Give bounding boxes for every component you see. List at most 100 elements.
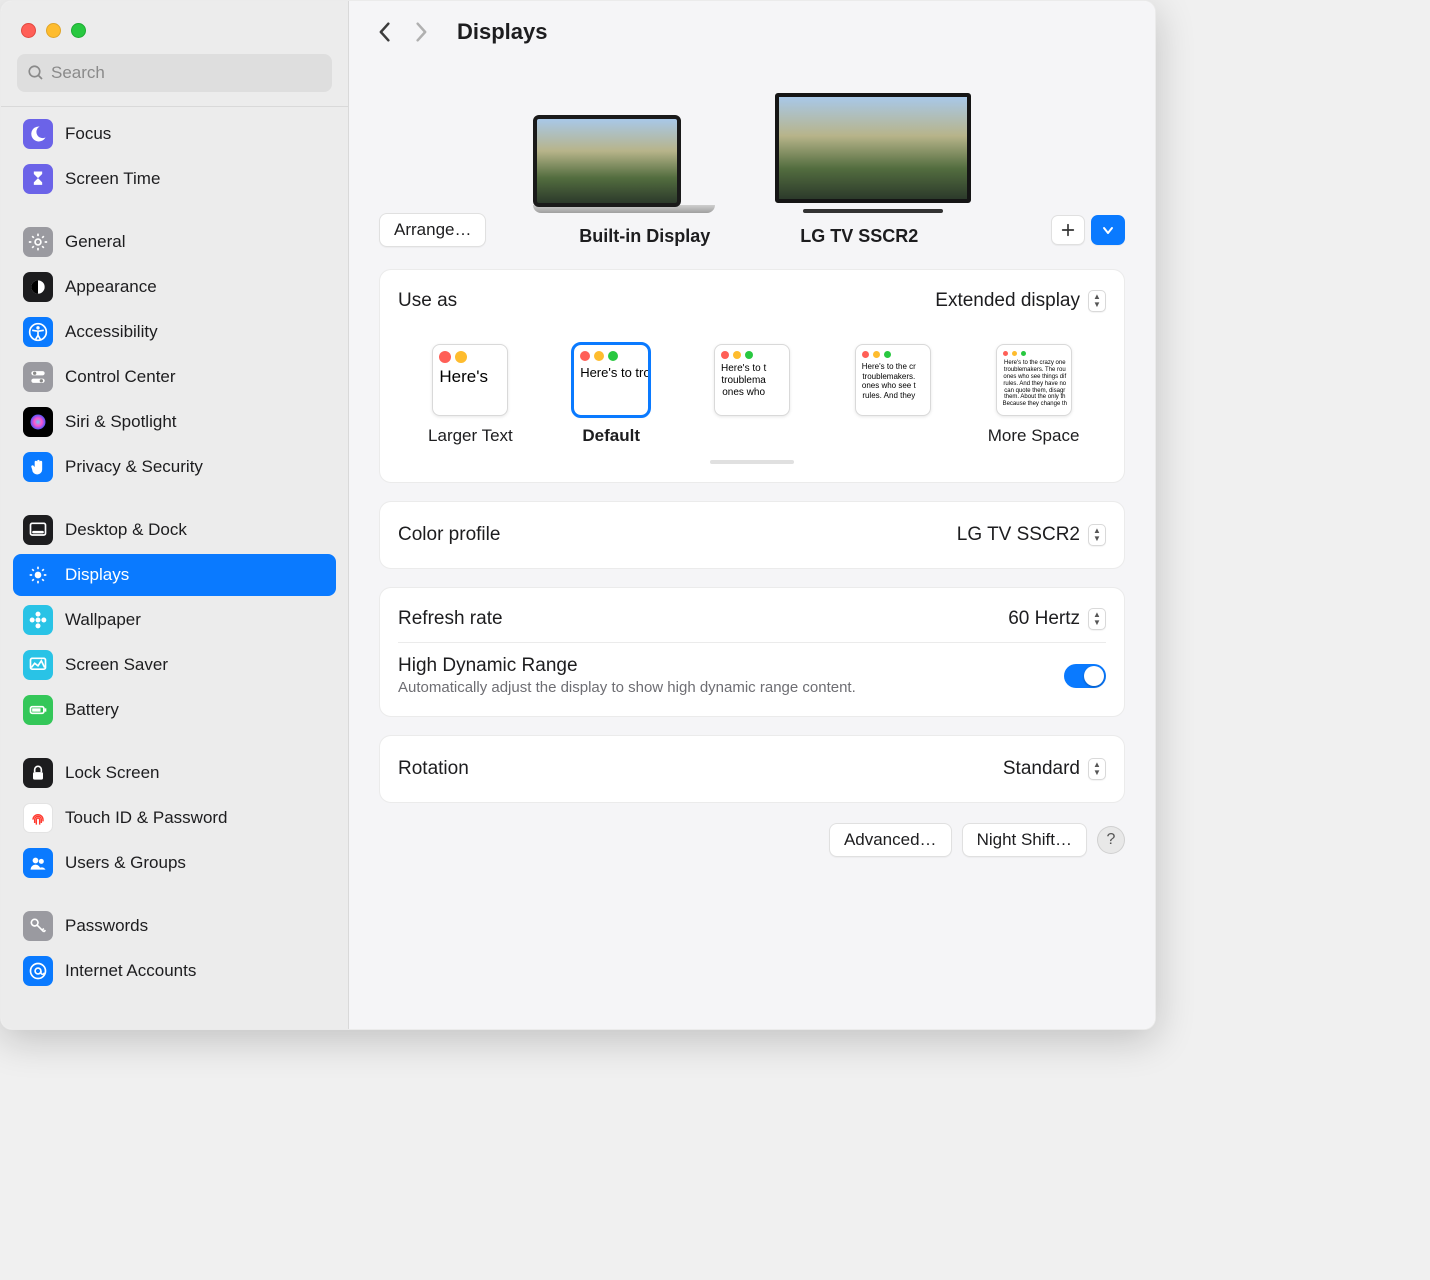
- fingerprint-icon: [23, 803, 53, 833]
- hourglass-icon: [23, 164, 53, 194]
- sidebar-item-battery[interactable]: Battery: [13, 689, 336, 731]
- accessibility-icon: [23, 317, 53, 347]
- use-as-label: Use as: [398, 290, 457, 312]
- display-thumbnail-external[interactable]: [775, 93, 971, 213]
- sidebar-item-privacy-security[interactable]: Privacy & Security: [13, 446, 336, 488]
- resolution-option-larger[interactable]: Here's: [432, 344, 508, 416]
- refresh-rate-label: Refresh rate: [398, 608, 503, 630]
- display-options-dropdown[interactable]: [1091, 215, 1125, 245]
- display-name-builtin[interactable]: Built-in Display: [579, 226, 710, 247]
- color-profile-label: Color profile: [398, 524, 500, 546]
- resolution-label-default: Default: [549, 426, 674, 446]
- sidebar-item-screen-saver[interactable]: Screen Saver: [13, 644, 336, 686]
- resolution-option-default[interactable]: Here's to troublem: [573, 344, 649, 416]
- chevron-updown-icon: ▲▼: [1088, 524, 1106, 546]
- sidebar-list: Focus Screen Time General Appearance Accessi…: [1, 113, 348, 995]
- sidebar-item-label: Internet Accounts: [65, 961, 196, 981]
- use-as-dropdown[interactable]: Extended display ▲▼: [935, 290, 1106, 312]
- sidebar-item-screen-time[interactable]: Screen Time: [13, 158, 336, 200]
- sidebar-item-general[interactable]: General: [13, 221, 336, 263]
- lock-icon: [23, 758, 53, 788]
- sidebar-item-wallpaper[interactable]: Wallpaper: [13, 599, 336, 641]
- sidebar-item-control-center[interactable]: Control Center: [13, 356, 336, 398]
- resolution-label-more: More Space: [971, 426, 1096, 446]
- refresh-hdr-panel: Refresh rate 60 Hertz ▲▼ High Dynamic Ra…: [379, 587, 1125, 717]
- resolution-option-4[interactable]: Here's to the cr troublemakers. ones who…: [855, 344, 931, 416]
- close-window-button[interactable]: [21, 23, 36, 38]
- display-picker: [349, 53, 1155, 219]
- sidebar-item-touch-id-password[interactable]: Touch ID & Password: [13, 797, 336, 839]
- sidebar-item-label: Accessibility: [65, 322, 158, 342]
- sidebar-item-label: Desktop & Dock: [65, 520, 187, 540]
- hdr-label: High Dynamic Range: [398, 655, 856, 677]
- sidebar: Focus Screen Time General Appearance Accessi…: [1, 1, 349, 1029]
- sidebar-item-label: Focus: [65, 124, 111, 144]
- dock-icon: [23, 515, 53, 545]
- nav-back-button[interactable]: [377, 22, 401, 42]
- at-icon: [23, 956, 53, 986]
- key-icon: [23, 911, 53, 941]
- sidebar-item-label: Wallpaper: [65, 610, 141, 630]
- users-icon: [23, 848, 53, 878]
- appearance-icon: [23, 272, 53, 302]
- sidebar-item-label: Privacy & Security: [65, 457, 203, 477]
- header: Displays: [349, 1, 1155, 53]
- add-display-button[interactable]: [1051, 215, 1085, 245]
- sidebar-item-passwords[interactable]: Passwords: [13, 905, 336, 947]
- night-shift-button[interactable]: Night Shift…: [962, 823, 1087, 857]
- resolution-option-3[interactable]: Here's to t troublema ones who: [714, 344, 790, 416]
- chevron-updown-icon: ▲▼: [1088, 608, 1106, 630]
- advanced-button[interactable]: Advanced…: [829, 823, 952, 857]
- sidebar-item-label: Users & Groups: [65, 853, 186, 873]
- sidebar-item-appearance[interactable]: Appearance: [13, 266, 336, 308]
- fullscreen-window-button[interactable]: [71, 23, 86, 38]
- sidebar-item-label: Passwords: [65, 916, 148, 936]
- nav-forward-button[interactable]: [413, 22, 437, 42]
- display-thumbnail-builtin[interactable]: [533, 115, 715, 213]
- sidebar-item-label: Screen Saver: [65, 655, 168, 675]
- help-button[interactable]: ?: [1097, 826, 1125, 854]
- sidebar-item-label: Appearance: [65, 277, 157, 297]
- search-field[interactable]: [17, 54, 332, 92]
- moon-icon: [23, 119, 53, 149]
- sidebar-item-label: Screen Time: [65, 169, 160, 189]
- sidebar-item-focus[interactable]: Focus: [13, 113, 336, 155]
- sidebar-item-accessibility[interactable]: Accessibility: [13, 311, 336, 353]
- sidebar-item-label: General: [65, 232, 125, 252]
- window-controls: [1, 15, 348, 54]
- refresh-rate-dropdown[interactable]: 60 Hertz ▲▼: [1008, 608, 1106, 630]
- search-input[interactable]: [51, 63, 322, 83]
- sidebar-item-label: Control Center: [65, 367, 176, 387]
- sidebar-item-displays[interactable]: Displays: [13, 554, 336, 596]
- screensaver-icon: [23, 650, 53, 680]
- flower-icon: [23, 605, 53, 635]
- main-content: Displays Arrange… Built-in Display LG TV…: [349, 1, 1155, 1029]
- rotation-dropdown[interactable]: Standard ▲▼: [1003, 758, 1106, 780]
- sidebar-item-label: Lock Screen: [65, 763, 160, 783]
- battery-icon: [23, 695, 53, 725]
- hdr-toggle[interactable]: [1064, 664, 1106, 688]
- siri-icon: [23, 407, 53, 437]
- chevron-updown-icon: ▲▼: [1088, 290, 1106, 312]
- sidebar-item-internet-accounts[interactable]: Internet Accounts: [13, 950, 336, 992]
- sidebar-item-users-groups[interactable]: Users & Groups: [13, 842, 336, 884]
- resolution-picker: Here's Larger Text Here's to troublem De…: [398, 338, 1106, 464]
- sidebar-item-label: Siri & Spotlight: [65, 412, 177, 432]
- sidebar-item-label: Touch ID & Password: [65, 808, 228, 828]
- sidebar-item-siri-spotlight[interactable]: Siri & Spotlight: [13, 401, 336, 443]
- sidebar-item-label: Battery: [65, 700, 119, 720]
- sidebar-item-lock-screen[interactable]: Lock Screen: [13, 752, 336, 794]
- minimize-window-button[interactable]: [46, 23, 61, 38]
- page-title: Displays: [457, 19, 548, 45]
- resolution-option-more[interactable]: Here's to the crazy one troublemakers. T…: [996, 344, 1072, 416]
- color-profile-dropdown[interactable]: LG TV SSCR2 ▲▼: [957, 524, 1106, 546]
- rotation-label: Rotation: [398, 758, 469, 780]
- use-as-panel: Use as Extended display ▲▼ Here's Larger…: [379, 269, 1125, 483]
- hdr-subtitle: Automatically adjust the display to show…: [398, 679, 856, 696]
- search-icon: [27, 64, 45, 82]
- resolution-label-larger: Larger Text: [408, 426, 533, 446]
- display-name-external[interactable]: LG TV SSCR2: [800, 226, 918, 247]
- sidebar-item-desktop-dock[interactable]: Desktop & Dock: [13, 509, 336, 551]
- switches-icon: [23, 362, 53, 392]
- sidebar-item-label: Displays: [65, 565, 129, 585]
